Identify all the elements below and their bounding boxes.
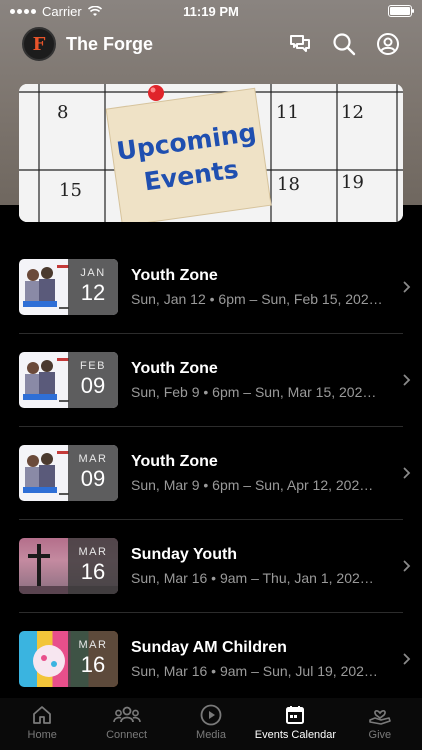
tab-label: Media: [196, 729, 226, 741]
signal-icon: [10, 8, 36, 14]
event-text: Sunday AM Children Sun, Mar 16 • 9am – S…: [131, 639, 392, 679]
event-text: Youth Zone Sun, Jan 12 • 6pm – Sun, Feb …: [131, 267, 392, 307]
calendar-number: 15: [59, 180, 82, 201]
battery-icon: [388, 5, 414, 17]
play-icon: [200, 704, 222, 726]
tab-media[interactable]: Media: [169, 698, 253, 750]
calendar-number: 19: [341, 172, 364, 193]
app-bar-actions: [288, 32, 400, 56]
date-badge: MAR 16: [68, 630, 118, 687]
chevron-right-icon: [392, 281, 422, 293]
event-item[interactable]: FEB 09 Youth Zone Sun, Feb 9 • 6pm – Sun…: [0, 333, 422, 426]
date-badge: JAN 12: [68, 258, 118, 315]
people-icon: [112, 706, 141, 723]
tab-give[interactable]: Give: [338, 698, 422, 750]
calendar-icon: [286, 706, 305, 724]
date-badge: MAR 09: [68, 444, 118, 501]
event-thumbnail: JAN 12: [19, 258, 118, 315]
event-day: 09: [80, 466, 106, 491]
event-month: MAR: [78, 453, 108, 465]
search-icon: [333, 33, 356, 56]
chevron-right-icon: [392, 374, 422, 386]
chevron-right-icon: [392, 560, 422, 572]
event-datetime: Sun, Mar 16 • 9am – Thu, Jan 1, 202…: [131, 569, 374, 586]
messages-button[interactable]: [288, 32, 312, 56]
search-button[interactable]: [332, 32, 356, 56]
tab-label: Events Calendar: [254, 729, 337, 741]
profile-icon: [377, 33, 399, 55]
calendar-number: 11: [276, 102, 299, 123]
calendar-number: 18: [277, 174, 300, 195]
tab-label: Give: [368, 729, 392, 741]
event-thumbnail: MAR 16: [19, 630, 118, 687]
event-month: JAN: [80, 267, 106, 279]
event-datetime: Sun, Mar 16 • 9am – Sun, Jul 19, 202…: [131, 662, 378, 679]
tab-label: Home: [27, 729, 57, 741]
home-icon: [33, 706, 52, 724]
tab-home[interactable]: Home: [0, 698, 84, 750]
chevron-right-icon: [392, 653, 422, 665]
event-thumbnail: MAR 16: [19, 537, 118, 594]
event-title: Youth Zone: [131, 266, 218, 284]
status-left: Carrier: [10, 4, 102, 19]
app-logo[interactable]: F: [22, 27, 56, 61]
event-item[interactable]: JAN 12 Youth Zone Sun, Jan 12 • 6pm – Su…: [0, 240, 422, 333]
event-month: FEB: [80, 360, 106, 372]
event-text: Sunday Youth Sun, Mar 16 • 9am – Thu, Ja…: [131, 546, 392, 586]
wifi-icon: [87, 5, 102, 16]
event-day: 12: [80, 280, 106, 305]
event-day: 09: [80, 373, 106, 398]
pushpin-icon: [148, 85, 164, 101]
event-item[interactable]: MAR 16 Sunday AM Children Sun, Mar 16 • …: [0, 612, 422, 705]
event-title: Youth Zone: [131, 452, 218, 470]
carrier-label: Carrier: [42, 3, 82, 19]
event-datetime: Sun, Jan 12 • 6pm – Sun, Feb 15, 202…: [131, 290, 383, 307]
give-icon: [369, 709, 391, 725]
profile-button[interactable]: [376, 32, 400, 56]
tab-label: Connect: [106, 729, 148, 741]
tab-events-calendar[interactable]: Events Calendar: [253, 698, 337, 750]
upcoming-events-banner[interactable]: 8 11 12 15 18 19 Upcoming Events: [19, 84, 403, 222]
event-title: Youth Zone: [131, 359, 218, 377]
event-month: MAR: [78, 546, 108, 558]
event-list: JAN 12 Youth Zone Sun, Jan 12 • 6pm – Su…: [0, 240, 422, 705]
tab-bar: Home Connect Media Events Calendar Give: [0, 698, 422, 750]
event-month: MAR: [78, 639, 108, 651]
event-item[interactable]: MAR 09 Youth Zone Sun, Mar 9 • 6pm – Sun…: [0, 426, 422, 519]
event-text: Youth Zone Sun, Mar 9 • 6pm – Sun, Apr 1…: [131, 453, 392, 493]
event-title: Sunday AM Children: [131, 638, 287, 656]
event-thumbnail: FEB 09: [19, 351, 118, 408]
chevron-right-icon: [392, 467, 422, 479]
event-day: 16: [80, 652, 106, 677]
banner-image: 8 11 12 15 18 19 Upcoming Events: [19, 84, 403, 222]
messages-icon: [290, 35, 310, 52]
event-datetime: Sun, Mar 9 • 6pm – Sun, Apr 12, 202…: [131, 476, 374, 493]
calendar-number: 8: [57, 102, 68, 123]
event-thumbnail: MAR 09: [19, 444, 118, 501]
event-item[interactable]: MAR 16 Sunday Youth Sun, Mar 16 • 9am – …: [0, 519, 422, 612]
date-badge: MAR 16: [68, 537, 118, 594]
status-bar: Carrier 11:19 PM: [0, 0, 422, 22]
event-text: Youth Zone Sun, Feb 9 • 6pm – Sun, Mar 1…: [131, 360, 392, 400]
app-bar: F The Forge: [0, 24, 422, 64]
tab-connect[interactable]: Connect: [84, 698, 168, 750]
event-datetime: Sun, Feb 9 • 6pm – Sun, Mar 15, 202…: [131, 383, 377, 400]
app-title: The Forge: [66, 33, 154, 54]
event-title: Sunday Youth: [131, 545, 238, 563]
event-day: 16: [80, 559, 106, 584]
logo-letter: F: [32, 33, 46, 55]
date-badge: FEB 09: [68, 351, 118, 408]
calendar-number: 12: [341, 102, 364, 123]
